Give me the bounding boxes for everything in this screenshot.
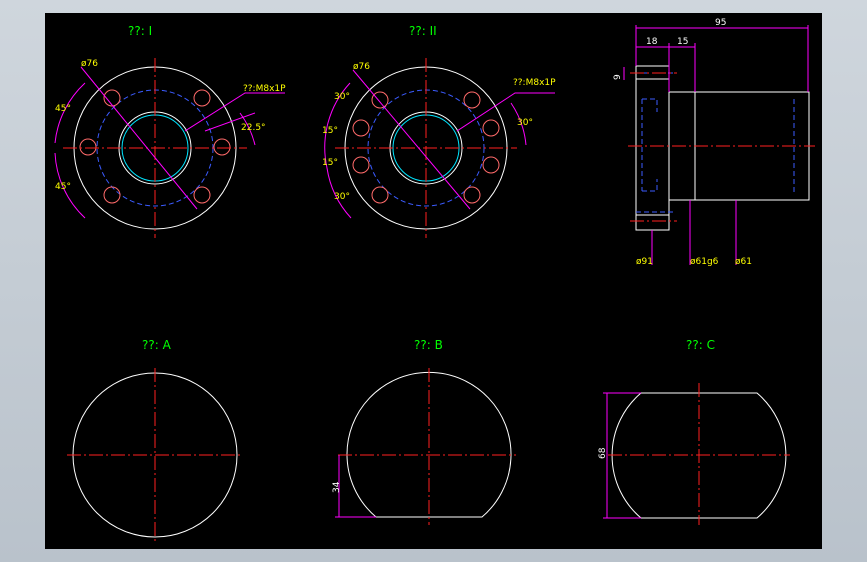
bolt-hole	[213, 138, 231, 156]
bolt-hole	[352, 119, 370, 137]
view-a-title: ??: A	[142, 338, 172, 352]
bolt-hole	[79, 138, 97, 156]
bolt-hole	[193, 89, 211, 107]
view-b: ??: B 34	[332, 338, 516, 525]
bolt-hole	[482, 119, 500, 137]
bolt-hole	[371, 91, 389, 109]
dim-34: 34	[332, 481, 342, 493]
view-c-title: ??: C	[686, 338, 715, 352]
view-1-flange: ??: I ø76 ??:M8x1P 45° 45° 22.5°	[54, 24, 286, 238]
dim-9: 9	[613, 74, 623, 80]
dia-label: ø76	[353, 62, 370, 72]
angle-c-label: 15°	[322, 158, 338, 168]
dim-61g6: ø61g6	[690, 257, 719, 267]
view-c: ??: C 68	[598, 338, 790, 525]
cad-drawing-canvas: .ol { stroke:#ffffff; stroke-width:1; fi…	[45, 13, 822, 549]
dim-18: 18	[646, 37, 658, 47]
bolt-hole	[463, 186, 481, 204]
angle-right-label: 22.5°	[241, 123, 266, 133]
bolt-hole	[371, 186, 389, 204]
bolt-hole	[193, 186, 211, 204]
view-b-title: ??: B	[414, 338, 443, 352]
dia-label: ø76	[81, 59, 98, 69]
bolt-hole	[482, 156, 500, 174]
thread-leader	[456, 92, 555, 132]
dim-91: ø91	[636, 257, 653, 267]
angle-d-label: 30°	[334, 192, 350, 202]
angle-right-label: 30°	[517, 118, 533, 128]
bolt-hole	[463, 91, 481, 109]
side-view: 95 18 15 9 ø91 ø61g6 ø61	[613, 18, 815, 267]
dia-leader	[352, 69, 471, 210]
thread-label: ??:M8x1P	[243, 84, 286, 94]
flange-profile	[635, 65, 670, 231]
angle-bottom-label: 45°	[55, 182, 71, 192]
drawing-svg: .ol { stroke:#ffffff; stroke-width:1; fi…	[54, 18, 815, 543]
view-1-title: ??: I	[128, 24, 152, 38]
dia-leader	[80, 66, 198, 210]
dim-68: 68	[598, 447, 608, 459]
angle-a-label: 30°	[334, 92, 350, 102]
thread-label: ??:M8x1P	[513, 78, 556, 88]
view-2-flange: ??: II ø76 ??:M8x1P 30° 15° 15° 30° 30°	[322, 24, 556, 238]
bolt-hole	[103, 186, 121, 204]
angle-top-label: 45°	[55, 104, 71, 114]
hidden-bore	[642, 98, 658, 112]
hidden-bore	[642, 179, 658, 192]
view-a: ??: A	[67, 338, 243, 543]
dim-61: ø61	[735, 257, 752, 267]
dim-15: 15	[677, 37, 688, 47]
dim-95: 95	[715, 18, 726, 28]
angle-b-label: 15°	[322, 126, 338, 136]
bolt-hole	[352, 156, 370, 174]
view-2-title: ??: II	[409, 24, 437, 38]
